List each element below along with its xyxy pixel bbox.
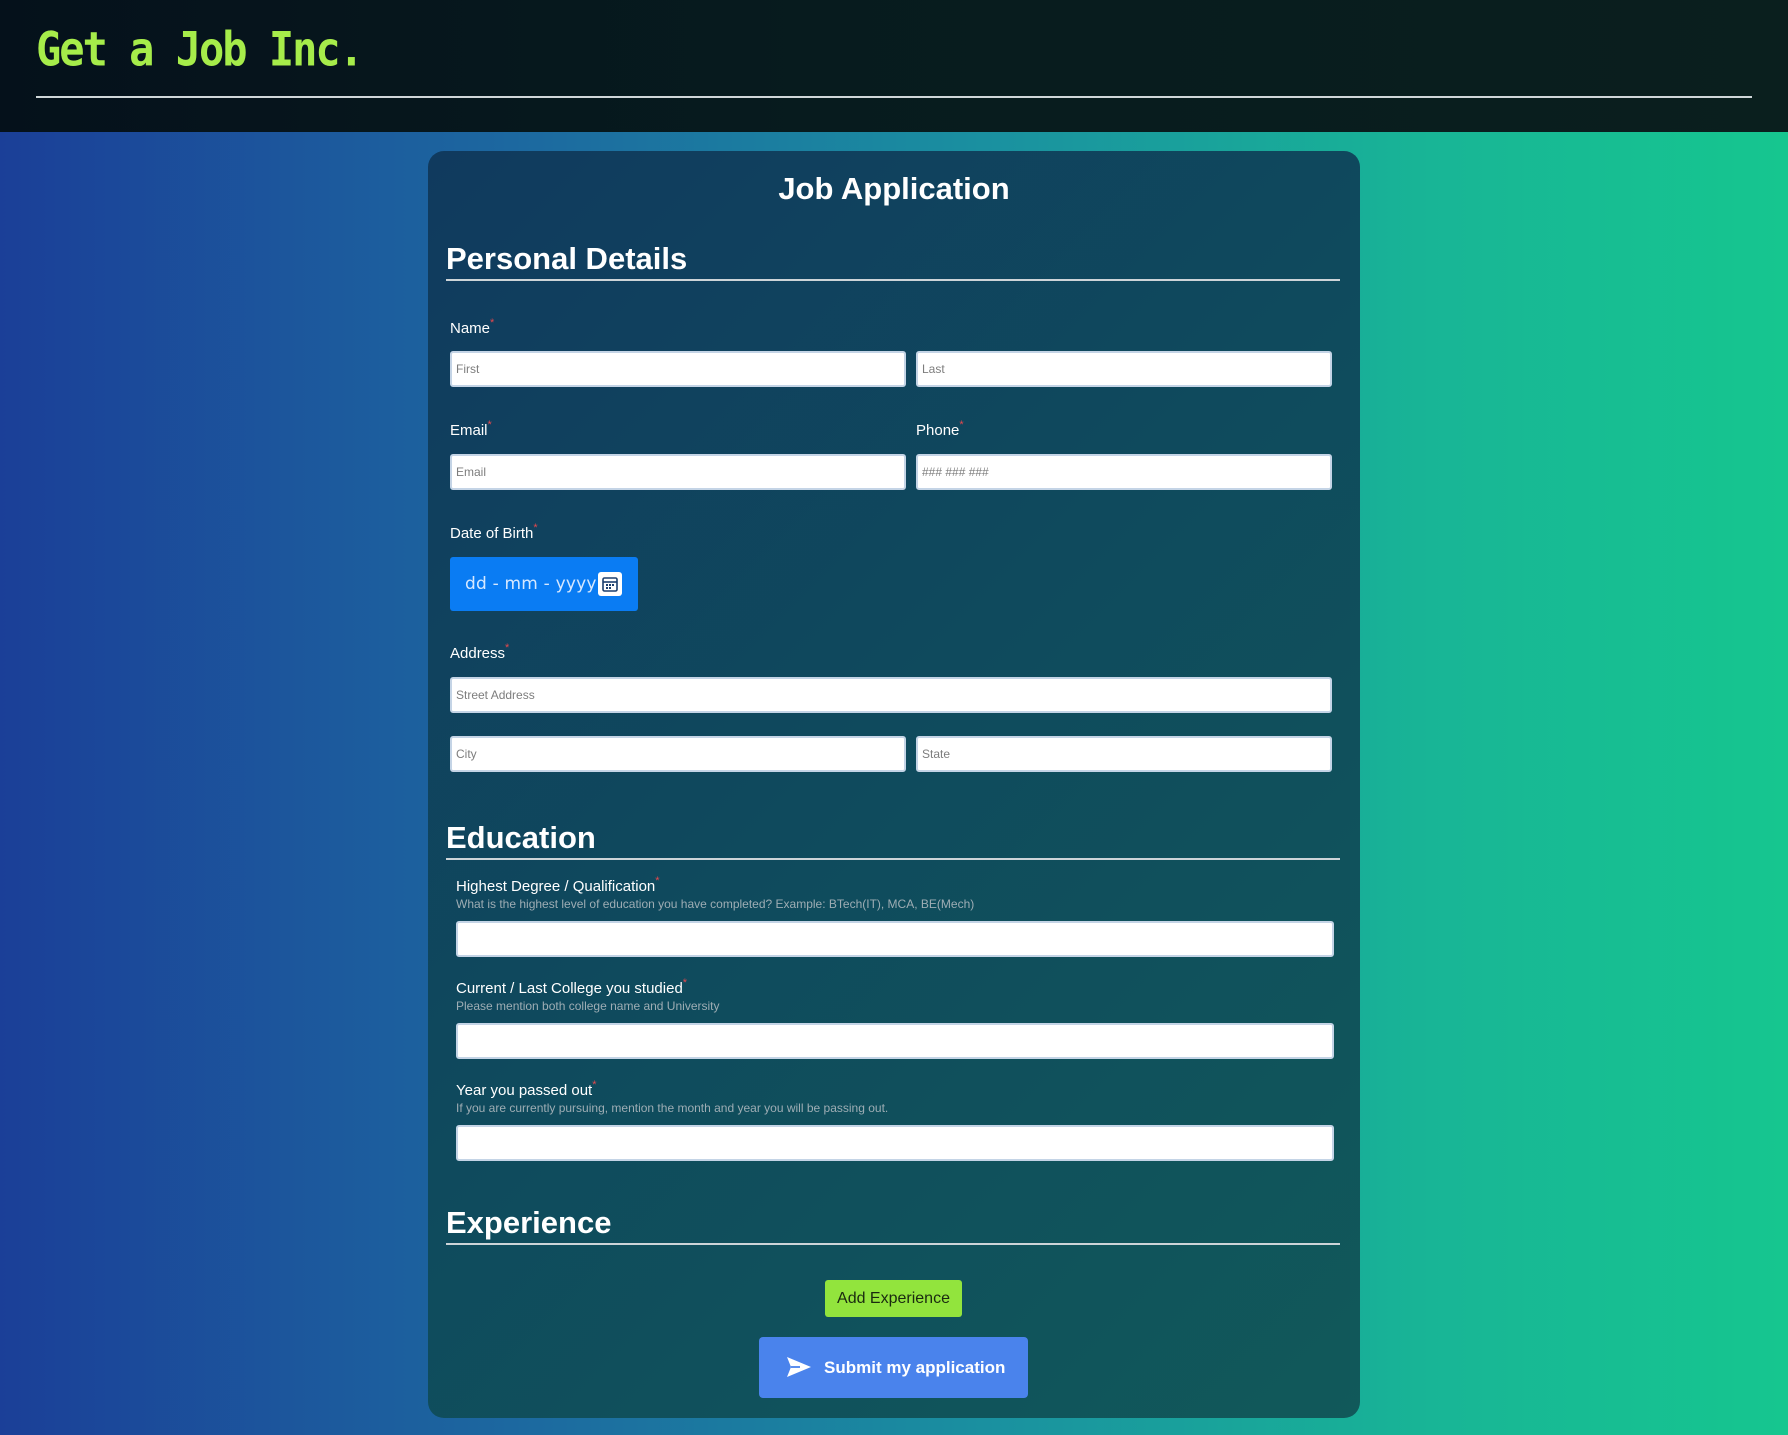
required-marker: *: [490, 317, 495, 329]
college-label: Current / Last College you studied*: [456, 977, 688, 997]
name-label-text: Name: [450, 320, 491, 337]
section-heading-personal: Personal Details: [446, 240, 1340, 281]
calendar-icon[interactable]: [598, 572, 622, 596]
degree-label: Highest Degree / Qualification*: [456, 875, 660, 895]
year-hint: If you are currently pursuing, mention t…: [456, 1101, 889, 1115]
phone-label: Phone*: [916, 419, 964, 439]
site-logo[interactable]: Get a Job Inc.: [36, 22, 364, 77]
required-marker: *: [592, 1079, 597, 1091]
year-label: Year you passed out*: [456, 1079, 597, 1099]
section-heading-education: Education: [446, 819, 1340, 860]
dob-label: Date of Birth*: [450, 522, 538, 542]
send-icon: [786, 1355, 812, 1384]
address-label: Address*: [450, 642, 510, 662]
required-marker: *: [682, 977, 688, 989]
required-marker: *: [959, 419, 964, 431]
top-header: Get a Job Inc.: [0, 0, 1788, 132]
degree-hint: What is the highest level of education y…: [456, 897, 975, 911]
last-name-input[interactable]: [916, 351, 1332, 387]
college-hint: Please mention both college name and Uni…: [456, 999, 720, 1013]
phone-input[interactable]: [916, 454, 1332, 490]
submit-application-button[interactable]: Submit my application: [759, 1337, 1028, 1398]
first-name-input[interactable]: [450, 351, 906, 387]
college-input[interactable]: [456, 1023, 1334, 1059]
degree-input[interactable]: [456, 921, 1334, 957]
required-marker: *: [533, 522, 538, 534]
college-label-text: Current / Last College you studied: [456, 980, 683, 997]
name-label: Name*: [450, 317, 495, 337]
header-divider: [36, 96, 1752, 98]
email-input[interactable]: [450, 454, 906, 490]
email-label-text: Email: [450, 422, 488, 439]
submit-label: Submit my application: [824, 1358, 1006, 1377]
dob-label-text: Date of Birth: [450, 525, 534, 542]
job-application-form: Job Application Personal Details Name* E…: [428, 151, 1360, 1418]
degree-label-text: Highest Degree / Qualification: [456, 878, 656, 895]
required-marker: *: [487, 419, 492, 431]
year-input[interactable]: [456, 1125, 1334, 1161]
address-label-text: Address: [450, 645, 506, 662]
required-marker: *: [505, 642, 510, 654]
street-address-input[interactable]: [450, 677, 1332, 713]
date-of-birth-input[interactable]: dd - mm - yyyy: [450, 557, 638, 611]
section-heading-experience: Experience: [446, 1204, 1340, 1245]
dob-value: dd - mm - yyyy: [465, 574, 597, 594]
phone-label-text: Phone: [916, 422, 960, 439]
email-label: Email*: [450, 419, 492, 439]
form-title: Job Application: [778, 171, 1010, 206]
year-label-text: Year you passed out: [456, 1082, 593, 1099]
required-marker: *: [655, 875, 660, 887]
city-input[interactable]: [450, 736, 906, 772]
state-input[interactable]: [916, 736, 1332, 772]
add-experience-button[interactable]: Add Experience: [825, 1280, 962, 1317]
